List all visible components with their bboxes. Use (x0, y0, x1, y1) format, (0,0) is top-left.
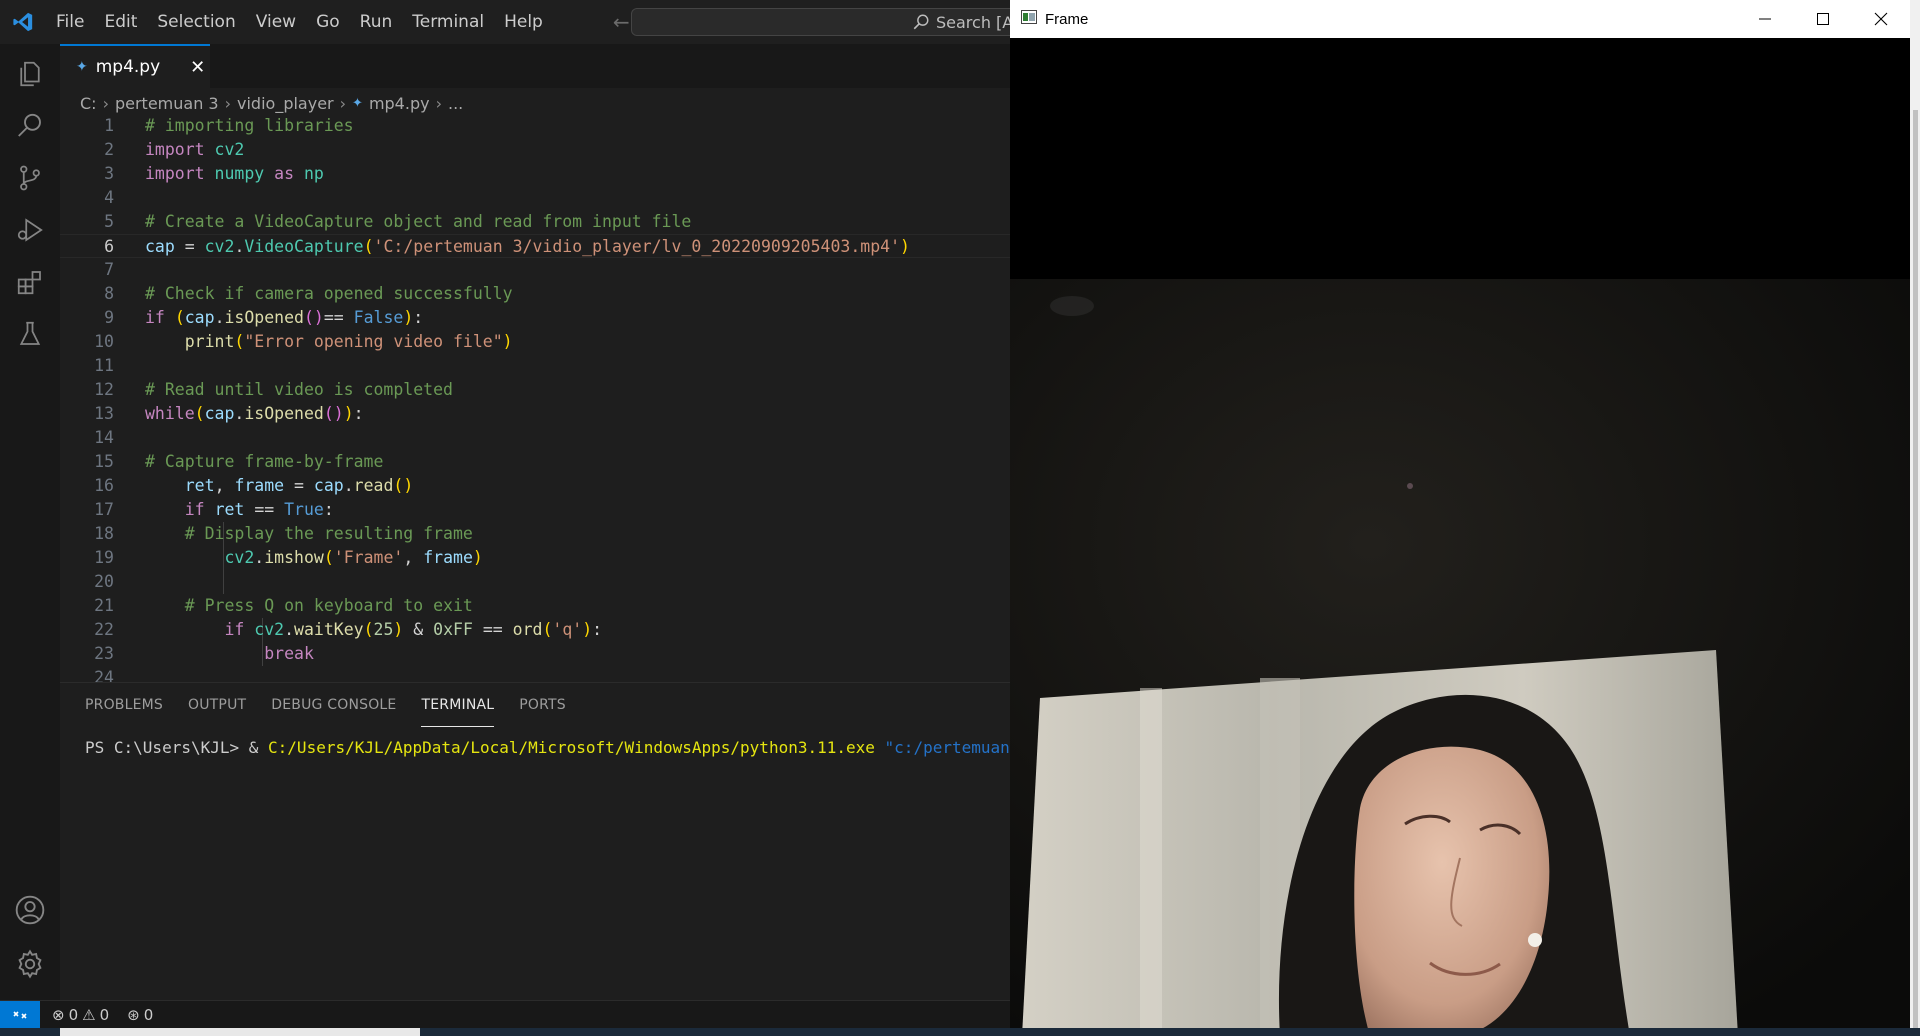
code-line-current: 6 cap = cv2.VideoCapture('C:/pertemuan 3/… (60, 234, 1010, 258)
account-icon[interactable] (12, 892, 48, 928)
frame-window-title: Frame (1045, 10, 1089, 28)
taskbar-strip (0, 1028, 1920, 1036)
window-edge-scrollbar[interactable] (1910, 0, 1920, 1036)
code-line: 10 print("Error opening video file") (94, 332, 513, 351)
minimize-icon[interactable] (1736, 0, 1794, 38)
python-file-icon: ✦ (352, 95, 363, 111)
tab-label: mp4.py (95, 57, 161, 77)
chevron-right-icon: › (435, 93, 442, 113)
code-line: 22 if cv2.waitKey(25) & 0xFF == ord('q')… (94, 620, 603, 639)
vscode-window: File Edit Selection View Go Run Terminal… (0, 0, 1077, 1036)
tab-problems[interactable]: PROBLEMS (85, 683, 163, 727)
breadcrumb-drive[interactable]: C: (80, 94, 97, 113)
source-control-icon[interactable] (12, 160, 48, 196)
python-file-icon: ✦ (76, 59, 88, 75)
command-center-search[interactable]: Search [Ad (631, 8, 1031, 36)
code-line: 7 (104, 260, 114, 279)
breadcrumb-folder-vidio-player[interactable]: vidio_player (237, 94, 334, 113)
error-count: 0 (68, 1006, 79, 1024)
code-line: 5 # Create a VideoCapture object and read… (104, 212, 692, 231)
activity-bar (0, 44, 60, 1000)
terminal-output[interactable]: PS C:\Users\KJL> & C:/Users/KJL/AppData/… (85, 738, 1077, 757)
problems-status[interactable]: ⊗ 0 ⚠ 0 (52, 1006, 109, 1024)
menu-terminal[interactable]: Terminal (402, 0, 494, 44)
code-line: 13 while(cap.isOpened()): (94, 404, 364, 423)
video-frame-image (1010, 38, 1910, 1036)
code-line: 8 # Check if camera opened successfully (104, 284, 513, 303)
code-line: 15 # Capture frame-by-frame (94, 452, 384, 471)
menu-selection[interactable]: Selection (147, 0, 245, 44)
code-line: 16 ret, frame = cap.read() (94, 476, 414, 495)
code-editor[interactable]: 1 # importing libraries 2 import cv2 3 impo… (60, 114, 1010, 682)
code-line: 3 import numpy as np (104, 164, 324, 183)
breadcrumb-file[interactable]: mp4.py (369, 94, 430, 113)
error-icon: ⊗ (52, 1006, 65, 1024)
menu-help[interactable]: Help (494, 0, 553, 44)
code-line: 4 (104, 188, 114, 207)
extensions-icon[interactable] (12, 264, 48, 300)
opencv-frame-window: Frame (1010, 0, 1910, 1036)
taskbar-highlight (60, 1028, 420, 1036)
code-line: 24 (94, 668, 114, 682)
vscode-logo-icon (0, 0, 46, 44)
code-line: 23 break (94, 644, 314, 663)
code-line: 19 cv2.imshow('Frame', frame) (94, 548, 483, 567)
code-line: 21 # Press Q on keyboard to exit (94, 596, 473, 615)
code-line: 18 # Display the resulting frame (94, 524, 473, 543)
title-bar: File Edit Selection View Go Run Terminal… (0, 0, 1031, 44)
back-arrow-icon[interactable]: ← (613, 10, 630, 34)
tab-mp4-py[interactable]: ✦ mp4.py ✕ (60, 44, 210, 88)
chevron-right-icon: › (224, 93, 232, 113)
frame-title-bar: Frame (1010, 0, 1910, 38)
window-app-icon (1021, 10, 1037, 28)
tab-output[interactable]: OUTPUT (188, 683, 246, 727)
broadcast-icon: ⊛ (127, 1006, 140, 1024)
settings-gear-icon[interactable] (12, 946, 48, 982)
chevron-right-icon: › (102, 93, 109, 113)
menu-file[interactable]: File (46, 0, 94, 44)
code-line: 2 import cv2 (104, 140, 245, 159)
breadcrumb: C: › pertemuan 3 › vidio_player › ✦ mp4.… (80, 92, 463, 114)
tab-terminal[interactable]: TERMINAL (421, 683, 495, 727)
editor-tabs: ✦ mp4.py ✕ (60, 44, 1010, 88)
code-line: 12 # Read until video is completed (94, 380, 453, 399)
menu-go[interactable]: Go (306, 0, 350, 44)
explorer-icon[interactable] (12, 56, 48, 92)
search-icon (913, 14, 929, 30)
status-bar: ⊗ 0 ⚠ 0 ⊛ 0 (0, 1000, 1010, 1029)
code-line: 20 (94, 572, 114, 591)
remote-indicator-icon[interactable] (0, 1001, 40, 1029)
chevron-right-icon: › (339, 93, 347, 113)
code-line: 17 if ret == True: (94, 500, 334, 519)
close-tab-icon[interactable]: ✕ (190, 57, 205, 78)
code-line: 14 (94, 428, 114, 447)
warning-icon: ⚠ (82, 1006, 96, 1024)
code-line: 9 if (cap.isOpened()== False): (104, 308, 424, 327)
tab-debug-console[interactable]: DEBUG CONSOLE (271, 683, 396, 727)
ports-count: 0 (143, 1006, 154, 1024)
testing-flask-icon[interactable] (12, 316, 48, 352)
run-debug-icon[interactable] (12, 212, 48, 248)
menu-view[interactable]: View (246, 0, 306, 44)
terminal-exe-path: C:/Users/KJL/AppData/Local/Microsoft/Win… (268, 738, 875, 757)
scrollbar-thumb[interactable] (1913, 110, 1918, 1030)
breadcrumb-symbols[interactable]: ... (448, 94, 463, 113)
breadcrumb-folder-pertemuan[interactable]: pertemuan 3 (115, 94, 219, 113)
panel-tabs: PROBLEMS OUTPUT DEBUG CONSOLE TERMINAL P… (60, 683, 1010, 727)
close-window-icon[interactable] (1852, 0, 1910, 38)
ports-status[interactable]: ⊛ 0 (127, 1006, 153, 1024)
search-sidebar-icon[interactable] (12, 108, 48, 144)
maximize-icon[interactable] (1794, 0, 1852, 38)
menu-run[interactable]: Run (350, 0, 403, 44)
code-line: 1 # importing libraries (104, 116, 354, 135)
tab-ports[interactable]: PORTS (519, 683, 566, 727)
code-line: 11 (94, 356, 114, 375)
terminal-prompt: PS C:\Users\KJL> & (85, 738, 269, 757)
warning-count: 0 (99, 1006, 110, 1024)
menu-edit[interactable]: Edit (94, 0, 147, 44)
